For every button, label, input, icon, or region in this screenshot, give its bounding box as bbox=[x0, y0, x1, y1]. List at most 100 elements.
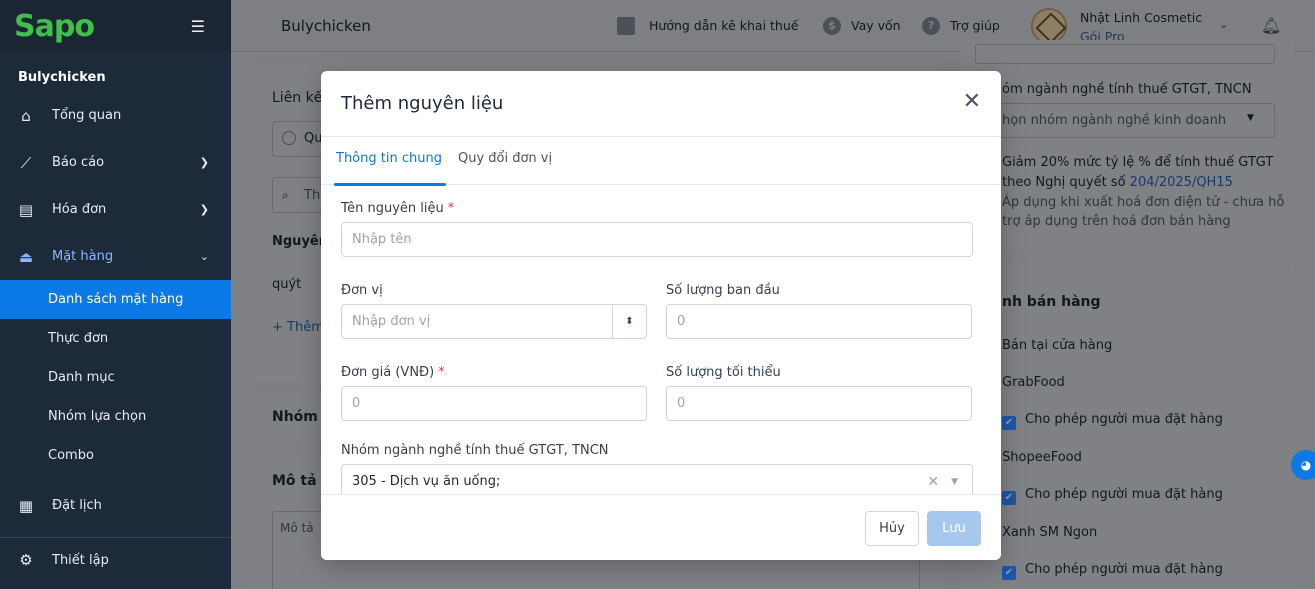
shopeefood-allow-order-label: Cho phép người mua đặt hàng bbox=[1025, 487, 1223, 502]
sapo-logo[interactable]: Sapo bbox=[14, 9, 95, 44]
price-label-text: Đơn giá (VNĐ) bbox=[341, 365, 435, 380]
required-mark: * bbox=[447, 201, 455, 216]
sidebar-header: Sapo ☰ bbox=[0, 0, 231, 52]
sidebar-subitem-option-groups[interactable]: Nhóm lựa chọn bbox=[0, 397, 231, 436]
group-title: Nhóm bbox=[272, 409, 318, 425]
unit-placeholder: Nhập đơn vị bbox=[352, 314, 431, 329]
shopeefood-allow-order[interactable]: ✔ Cho phép người mua đặt hàng bbox=[1002, 487, 1223, 505]
select-controls: ✕ ▼ bbox=[927, 474, 958, 490]
description-title: Mô tả bbox=[272, 473, 317, 489]
modal-header: Thêm nguyên liệu bbox=[321, 71, 1001, 137]
min-quantity-input[interactable]: 0 bbox=[666, 386, 972, 421]
dollar-icon: $ bbox=[823, 16, 841, 35]
resolution-link[interactable]: 204/2025/QH15 bbox=[1130, 175, 1233, 190]
tax-guide-label: Hướng dẫn kê khai thuế bbox=[649, 18, 799, 33]
channel-in-store: Bán tại cửa hàng bbox=[1002, 338, 1113, 353]
ingredient-column-header: Nguyên bbox=[272, 234, 328, 249]
tax-note-2-text: theo Nghị quyết số bbox=[1002, 175, 1126, 190]
radio-label: Qu bbox=[304, 131, 323, 146]
clear-icon[interactable]: ✕ bbox=[927, 474, 939, 490]
min-quantity-label: Số lượng tối thiểu bbox=[666, 365, 781, 380]
ingredient-row: quýt bbox=[272, 277, 302, 292]
tax-group-placeholder: họn nhóm ngành nghề kinh doanh bbox=[1002, 113, 1227, 128]
help-link[interactable]: ? Trợ giúp bbox=[922, 16, 1000, 35]
min-quantity-value: 0 bbox=[677, 396, 686, 411]
checkbox-checked-icon[interactable]: ✔ bbox=[1002, 491, 1016, 505]
tax-group-label: óm ngành nghề tính thuế GTGT, TNCN bbox=[1002, 82, 1252, 97]
name-label-text: Tên nguyên liệu bbox=[341, 201, 444, 216]
channel-xanh-sm-ngon: Xanh SM Ngon bbox=[1002, 525, 1098, 540]
channel-shopeefood: ShopeeFood bbox=[1002, 450, 1082, 465]
invoice-icon: ▤ bbox=[18, 200, 34, 219]
tax-guide-link[interactable]: Hướng dẫn kê khai thuế bbox=[617, 16, 799, 35]
chevron-right-icon: ❯ bbox=[199, 156, 209, 169]
sidebar-item-products[interactable]: ⏏ Mặt hàng ⌄ bbox=[0, 233, 231, 280]
tab-unit-conversion[interactable]: Quy đổi đơn vị bbox=[458, 137, 560, 185]
product-icon: ⏏ bbox=[18, 247, 34, 266]
sidebar-item-label: Thiết lập bbox=[52, 552, 109, 568]
sidebar-subitem-product-list[interactable]: Danh sách mặt hàng bbox=[0, 280, 231, 319]
initial-quantity-label: Số lượng ban đầu bbox=[666, 283, 780, 298]
chat-bot-icon[interactable]: ◕ bbox=[1291, 450, 1315, 480]
close-icon[interactable]: ✕ bbox=[963, 91, 981, 113]
tab-general-info[interactable]: Thông tin chung bbox=[334, 137, 450, 186]
caret-down-icon: ▼ bbox=[1247, 113, 1254, 123]
radio-icon[interactable] bbox=[282, 131, 296, 145]
avatar[interactable] bbox=[1031, 8, 1067, 44]
name-label: Tên nguyên liệu * bbox=[341, 201, 454, 216]
sidebar-item-booking[interactable]: ▦ Đặt lịch bbox=[0, 482, 231, 529]
tax-note-2: theo Nghị quyết số 204/2025/QH15 bbox=[1002, 175, 1233, 190]
tax-field-top[interactable] bbox=[975, 44, 1275, 64]
linked-section-title: Liên kế bbox=[272, 90, 323, 106]
collapse-sidebar-icon[interactable]: ☰ bbox=[191, 17, 205, 36]
grabfood-allow-order-label: Cho phép người mua đặt hàng bbox=[1025, 412, 1223, 427]
sidebar-item-label: Đặt lịch bbox=[52, 498, 102, 513]
sidebar-item-label: Tổng quan bbox=[52, 108, 122, 123]
chevron-right-icon: ❯ bbox=[199, 203, 209, 216]
sidebar-item-reports[interactable]: ⟋ Báo cáo ❯ bbox=[0, 139, 231, 186]
cancel-button[interactable]: Hủy bbox=[865, 511, 919, 546]
chart-icon: ⟋ bbox=[20, 153, 32, 172]
xanhsm-allow-order-label: Cho phép người mua đặt hàng bbox=[1025, 562, 1223, 577]
unit-select[interactable]: Nhập đơn vị ⬍ bbox=[341, 304, 647, 339]
unit-sort-icon[interactable]: ⬍ bbox=[612, 305, 646, 338]
bell-icon[interactable]: 🔔︎ bbox=[1261, 16, 1281, 35]
sidebar-item-label: Mặt hàng bbox=[52, 249, 114, 264]
sidebar-subitem-categories[interactable]: Danh mục bbox=[0, 358, 231, 397]
sidebar-item-label: Báo cáo bbox=[52, 155, 105, 170]
sidebar-item-overview[interactable]: ⌂ Tổng quan bbox=[0, 92, 231, 139]
sidebar-item-label: Hóa đơn bbox=[52, 202, 107, 217]
calendar-icon: ▦ bbox=[18, 496, 34, 515]
ingredient-form: Tên nguyên liệu * Nhập tên Đơn vị Nhập đơ… bbox=[321, 185, 1001, 499]
tax-group-label: Nhóm ngành nghề tính thuế GTGT, TNCN bbox=[341, 443, 609, 458]
user-name[interactable]: Nhật Linh Cosmetic bbox=[1080, 10, 1202, 25]
sales-channel-title: nh bán hàng bbox=[1002, 294, 1101, 310]
xanhsm-allow-order[interactable]: ✔ Cho phép người mua đặt hàng bbox=[1002, 562, 1223, 580]
ingredient-name-input[interactable]: Nhập tên bbox=[341, 222, 973, 257]
initial-quantity-input[interactable]: 0 bbox=[666, 304, 972, 339]
help-label: Trợ giúp bbox=[950, 18, 1000, 33]
grabfood-allow-order[interactable]: ✔ Cho phép người mua đặt hàng bbox=[1002, 412, 1223, 430]
add-ingredient-link[interactable]: + Thêm bbox=[272, 320, 324, 335]
sidebar-subitem-menu[interactable]: Thực đơn bbox=[0, 319, 231, 358]
search-icon: ⌕ bbox=[282, 188, 289, 202]
add-ingredient-modal: Thêm nguyên liệu ✕ Thông tin chung Quy đ… bbox=[321, 71, 1001, 560]
save-button[interactable]: Lưu bbox=[927, 511, 981, 546]
checkbox-checked-icon[interactable]: ✔ bbox=[1002, 416, 1016, 430]
unit-label: Đơn vị bbox=[341, 283, 383, 298]
sidebar-item-settings[interactable]: ⚙ Thiết lập bbox=[0, 538, 231, 582]
required-mark: * bbox=[438, 365, 445, 380]
loan-link[interactable]: $ Vay vốn bbox=[823, 16, 901, 35]
initial-quantity-value: 0 bbox=[677, 314, 686, 329]
chevron-down-icon[interactable]: ⌄ bbox=[1219, 18, 1228, 31]
store-name: Bulychicken bbox=[18, 70, 106, 85]
checkbox-checked-icon[interactable]: ✔ bbox=[1002, 566, 1016, 580]
description-placeholder: Mô tả bbox=[280, 521, 314, 535]
sidebar-subitem-combo[interactable]: Combo bbox=[0, 436, 231, 475]
ingredient-name-placeholder: Nhập tên bbox=[352, 232, 412, 247]
caret-down-icon[interactable]: ▼ bbox=[951, 477, 958, 487]
question-icon: ? bbox=[922, 16, 940, 35]
price-input[interactable]: 0 bbox=[341, 386, 647, 421]
sidebar-item-invoices[interactable]: ▤ Hóa đơn ❯ bbox=[0, 186, 231, 233]
header-store-name: Bulychicken bbox=[281, 16, 371, 35]
